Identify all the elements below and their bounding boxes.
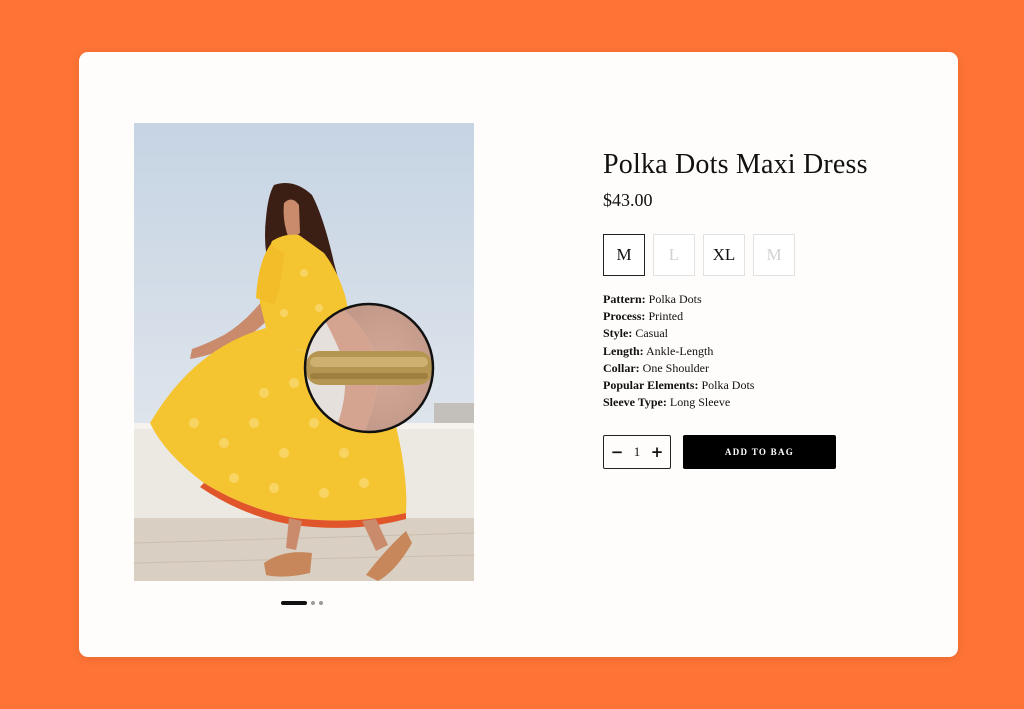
carousel-dot[interactable] bbox=[319, 601, 323, 605]
product-price: $43.00 bbox=[603, 190, 653, 210]
carousel-dots bbox=[281, 600, 323, 606]
spec-key: Length: bbox=[603, 343, 644, 358]
product-image[interactable] bbox=[134, 123, 474, 581]
size-option-xl[interactable]: XL bbox=[703, 234, 745, 276]
spec-row: Pattern: Polka Dots bbox=[603, 291, 933, 308]
spec-row: Process: Printed bbox=[603, 308, 933, 325]
spec-key: Pattern: bbox=[603, 292, 646, 306]
plus-icon[interactable]: + bbox=[650, 444, 664, 460]
spec-row: Popular Elements: Polka Dots bbox=[603, 377, 933, 394]
size-option-l[interactable]: L bbox=[653, 234, 695, 276]
spec-value: Polka Dots bbox=[701, 378, 755, 393]
spec-key: Collar: bbox=[603, 360, 640, 375]
spec-row: Collar: One Shoulder bbox=[603, 360, 933, 377]
spec-key: Process: bbox=[603, 309, 646, 324]
spec-key: Popular Elements: bbox=[603, 378, 699, 393]
spec-value: Polka Dots bbox=[648, 292, 702, 306]
spec-key: Sleeve Type: bbox=[603, 395, 667, 410]
product-info: Polka Dots Maxi Dress $43.00 M L XL M Pa… bbox=[603, 147, 933, 470]
spec-value: Casual bbox=[635, 326, 668, 341]
size-option-m-2[interactable]: M bbox=[753, 234, 795, 276]
spec-key: Style: bbox=[603, 326, 633, 341]
spec-row: Sleeve Type: Long Sleeve bbox=[603, 394, 933, 411]
minus-icon[interactable]: − bbox=[610, 444, 624, 460]
product-card: Polka Dots Maxi Dress $43.00 M L XL M Pa… bbox=[79, 52, 958, 657]
product-photo bbox=[134, 123, 474, 581]
size-option-m[interactable]: M bbox=[603, 234, 645, 276]
quantity-stepper: − 1 + bbox=[603, 435, 671, 470]
size-selector: M L XL M bbox=[603, 234, 933, 276]
spec-value: One Shoulder bbox=[642, 360, 709, 375]
spec-row: Style: Casual bbox=[603, 325, 933, 342]
product-title: Polka Dots Maxi Dress bbox=[603, 149, 868, 180]
spec-value: Long Sleeve bbox=[669, 395, 731, 410]
carousel-dot[interactable] bbox=[281, 601, 307, 605]
spec-row: Length: Ankle-Length bbox=[603, 343, 933, 360]
add-to-bag-button[interactable]: ADD TO BAG bbox=[683, 435, 836, 470]
product-specs: Pattern: Polka Dots Process: Printed Sty… bbox=[603, 291, 933, 411]
quantity-value[interactable]: 1 bbox=[634, 444, 641, 460]
purchase-actions: − 1 + ADD TO BAG bbox=[603, 435, 933, 470]
carousel-dot[interactable] bbox=[311, 601, 315, 605]
spec-value: Ankle-Length bbox=[646, 343, 714, 358]
spec-value: Printed bbox=[648, 309, 684, 324]
